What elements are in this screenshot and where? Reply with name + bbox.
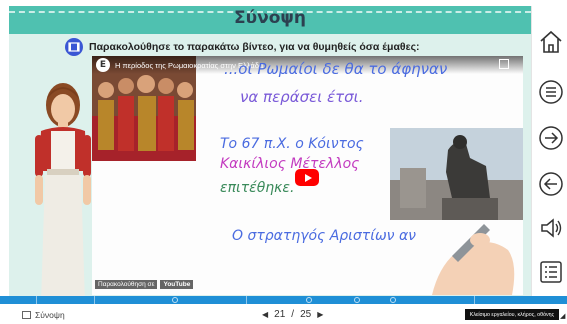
- page-navigator: ◀ 21 / 25 ▶: [262, 309, 323, 320]
- handwritten-line-6: Ο στρατηγός Αριστίων αν: [232, 228, 416, 244]
- total-pages: 25: [300, 309, 312, 320]
- instruction-row: Παρακολούθησε το παρακάτω βίντεο, για να…: [65, 37, 420, 57]
- previous-button[interactable]: [537, 170, 565, 198]
- close-tool-button[interactable]: Κλείσιμο εργαλείου, κλήρος, οθόνης: [465, 309, 559, 320]
- home-button[interactable]: [537, 28, 565, 56]
- prev-page-arrow-icon[interactable]: ◀: [262, 310, 268, 319]
- next-page-arrow-icon[interactable]: ▶: [317, 310, 323, 319]
- youtube-play-button[interactable]: [295, 169, 319, 186]
- channel-logo-icon[interactable]: E: [96, 58, 110, 72]
- watch-on-youtube-bar[interactable]: Παρακολούθηση σε YouTube: [92, 278, 194, 291]
- sound-icon: [541, 218, 562, 238]
- strip-divider: [36, 296, 37, 304]
- handwritten-line-1: ...οι Ρωμαίοι δε θα το άφηναν: [224, 60, 448, 78]
- strip-dot: [172, 297, 178, 303]
- teacher-character-illustration: [35, 83, 91, 312]
- current-page: 21: [274, 309, 286, 320]
- menu-button[interactable]: [537, 78, 565, 106]
- page-title: Σύνοψη: [234, 8, 306, 28]
- prev-icon: [539, 172, 563, 196]
- page-separator: /: [291, 309, 295, 320]
- strip-dot: [390, 297, 396, 303]
- section-name: Σύνοψη: [35, 310, 65, 320]
- viewer-footer: Σύνοψη ◀ 21 / 25 ▶ Κλείσιμο εργαλείου, κ…: [0, 304, 567, 324]
- home-icon: [540, 30, 562, 53]
- strip-dot: [306, 297, 312, 303]
- film-icon: [65, 38, 83, 56]
- strip-divider: [246, 296, 247, 304]
- list-button[interactable]: [537, 258, 565, 286]
- play-icon: [304, 173, 312, 182]
- handwritten-line-2: να περάσει έτσι.: [240, 88, 364, 106]
- handwritten-line-5: επιτέθηκε.: [220, 180, 295, 196]
- strip-dot: [354, 297, 360, 303]
- side-navigation: [531, 6, 567, 296]
- presentation-page: Σύνοψη Παρακολούθησε το παρακάτω βίντεο,…: [0, 0, 567, 324]
- share-icon[interactable]: [499, 59, 509, 69]
- handwritten-line-4: Καικίλιος Μέτελλος: [220, 156, 360, 172]
- instruction-text: Παρακολούθησε το παρακάτω βίντεο, για να…: [89, 41, 420, 53]
- strip-divider: [94, 296, 95, 304]
- slide-progress-strip: [0, 296, 567, 304]
- handwritten-line-3: Το 67 π.Χ. ο Κόιντος: [220, 136, 364, 152]
- drawing-hand-illustration: [432, 224, 515, 295]
- video-player[interactable]: E Η περίοδος της Ρωμαιοκρατίας στην Ελλά…: [92, 56, 523, 295]
- section-header: Σύνοψη: [9, 6, 531, 34]
- menu-icon: [539, 80, 563, 104]
- sound-button[interactable]: [537, 214, 565, 242]
- watch-on-label[interactable]: Παρακολούθηση σε: [95, 280, 158, 289]
- resize-corner-icon[interactable]: ◢: [560, 312, 565, 320]
- list-icon: [540, 261, 562, 283]
- next-icon: [539, 126, 563, 150]
- youtube-logo[interactable]: YouTube: [160, 280, 194, 289]
- strip-divider: [474, 296, 475, 304]
- next-button[interactable]: [537, 124, 565, 152]
- pages-icon: [22, 311, 31, 319]
- section-indicator[interactable]: Σύνοψη: [22, 310, 65, 320]
